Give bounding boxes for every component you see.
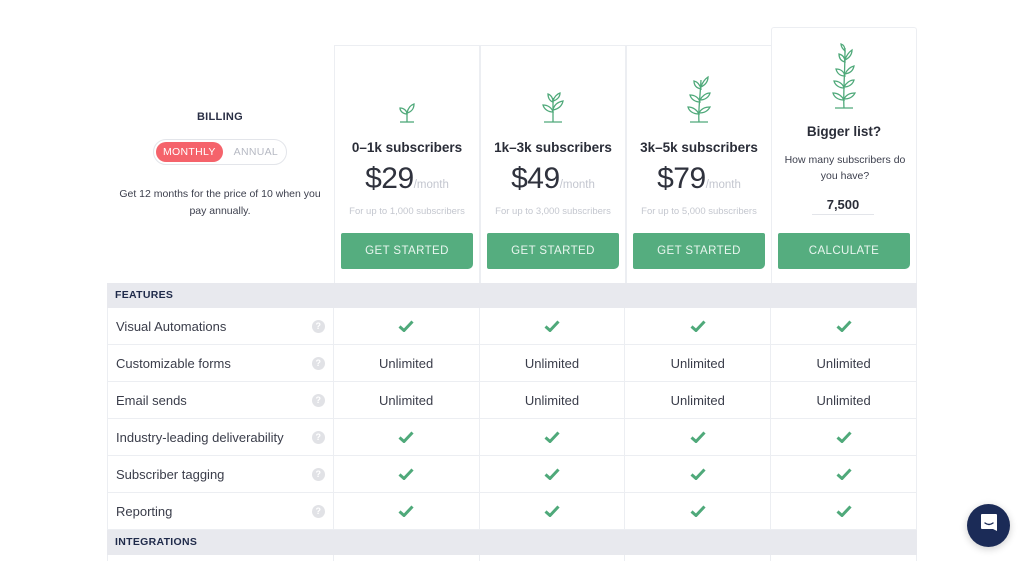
plan-card: 3k–5k subscribers $79/month For up to 5,…: [626, 45, 772, 283]
toggle-annual[interactable]: ANNUAL: [223, 142, 285, 162]
check-icon: [625, 493, 772, 529]
check-icon: [771, 456, 917, 492]
check-icon: [334, 419, 480, 455]
help-icon[interactable]: ?: [311, 430, 325, 444]
plan-price: $49/month: [481, 162, 625, 196]
plan-price: $29/month: [335, 162, 479, 196]
feature-value: Unlimited: [480, 382, 626, 418]
check-icon: [480, 419, 626, 455]
plan-limit: For up to 1,000 subscribers: [349, 206, 465, 217]
price-period: /month: [705, 179, 741, 191]
plan-price: $79/month: [627, 162, 771, 196]
feature-label: Industry-leading deliverability?: [107, 419, 334, 455]
toggle-monthly[interactable]: MONTHLY: [156, 142, 223, 162]
feature-label: Email sends?: [107, 382, 334, 418]
feature-value: Unlimited: [334, 382, 480, 418]
feature-name: Customizable forms: [116, 355, 231, 371]
table-row: Customizable forms? Unlimited Unlimited Unl…: [107, 345, 917, 382]
billing-toggle[interactable]: MONTHLY ANNUAL: [153, 139, 287, 165]
help-icon[interactable]: ?: [311, 319, 325, 333]
plan-name: 1k–3k subscribers: [494, 140, 612, 155]
check-icon: [334, 456, 480, 492]
feature-value: Unlimited: [334, 345, 480, 381]
get-started-button[interactable]: GET STARTED: [487, 233, 619, 269]
table-row: Email sends? Unlimited Unlimited Unlimited U…: [107, 382, 917, 419]
feature-value: Unlimited: [771, 345, 917, 381]
feature-label: Subscriber tagging?: [107, 456, 334, 492]
get-started-button[interactable]: GET STARTED: [633, 233, 765, 269]
billing-title: BILLING: [196, 111, 244, 123]
check-icon: [625, 308, 772, 344]
price-period: /month: [413, 179, 449, 191]
plant-large-icon: [627, 74, 771, 124]
table-row: Industry-leading deliverability?: [107, 419, 917, 456]
subscriber-question: How many subscribers do you have?: [784, 154, 906, 182]
price-amount: $79: [657, 162, 706, 195]
check-icon: [334, 308, 480, 344]
check-icon: [771, 419, 917, 455]
feature-value: Unlimited: [625, 345, 772, 381]
feature-name: Visual Automations: [116, 318, 227, 334]
feature-name: Email sends: [116, 392, 187, 408]
feature-name: Subscriber tagging: [116, 466, 225, 482]
plan-name: 3k–5k subscribers: [640, 140, 758, 155]
table-row: Subscriber tagging?: [107, 456, 917, 493]
check-icon: [480, 456, 626, 492]
plan-name: 0–1k subscribers: [351, 140, 463, 155]
billing-note: Get 12 months for the price of 10 when y…: [119, 188, 321, 217]
check-icon: [625, 419, 772, 455]
get-started-button[interactable]: GET STARTED: [341, 233, 473, 269]
check-icon: [771, 308, 917, 344]
table-row: Reporting?: [107, 493, 917, 530]
sprout-medium-icon: [481, 90, 625, 124]
section-header: INTEGRATIONS: [107, 530, 917, 555]
help-icon[interactable]: ?: [311, 393, 325, 407]
chat-icon: [980, 513, 998, 538]
section-header: FEATURES: [107, 283, 917, 308]
plan-limit: For up to 3,000 subscribers: [495, 206, 611, 217]
plan-card: 0–1k subscribers $29/month For up to 1,0…: [334, 45, 480, 283]
plan-limit: For up to 5,000 subscribers: [641, 206, 757, 217]
feature-value: Unlimited: [625, 382, 772, 418]
subscriber-count-input[interactable]: [812, 195, 874, 215]
price-period: /month: [559, 179, 595, 191]
check-icon: [480, 308, 626, 344]
help-icon[interactable]: ?: [311, 504, 325, 518]
feature-value: Unlimited: [771, 382, 917, 418]
plant-tall-icon: [772, 42, 916, 110]
bigger-list-card: Bigger list? How many subscribers do you…: [771, 27, 917, 283]
price-amount: $49: [511, 162, 560, 195]
price-amount: $29: [365, 162, 414, 195]
chat-button[interactable]: [967, 504, 1010, 547]
table-row: Visual Automations?: [107, 308, 917, 345]
calculate-button[interactable]: CALCULATE: [778, 233, 910, 269]
check-icon: [771, 493, 917, 529]
feature-value: Unlimited: [480, 345, 626, 381]
check-icon: [480, 493, 626, 529]
features-table: FEATURES Visual Automations? Customizable …: [107, 283, 917, 561]
feature-name: Reporting: [116, 503, 173, 519]
plan-card: 1k–3k subscribers $49/month For up to 3,…: [480, 45, 626, 283]
bigger-list-title: Bigger list?: [806, 124, 882, 139]
feature-label: Customizable forms?: [107, 345, 334, 381]
feature-label: Visual Automations?: [107, 308, 334, 344]
help-icon[interactable]: ?: [311, 467, 325, 481]
feature-name: Industry-leading deliverability: [116, 429, 284, 445]
help-icon[interactable]: ?: [311, 356, 325, 370]
billing-panel: BILLING MONTHLY ANNUAL Get 12 months for…: [107, 45, 333, 283]
check-icon: [625, 456, 772, 492]
table-row-partial: [107, 555, 917, 561]
feature-label: Reporting?: [107, 493, 334, 529]
check-icon: [334, 493, 480, 529]
sprout-small-icon: [335, 102, 479, 124]
